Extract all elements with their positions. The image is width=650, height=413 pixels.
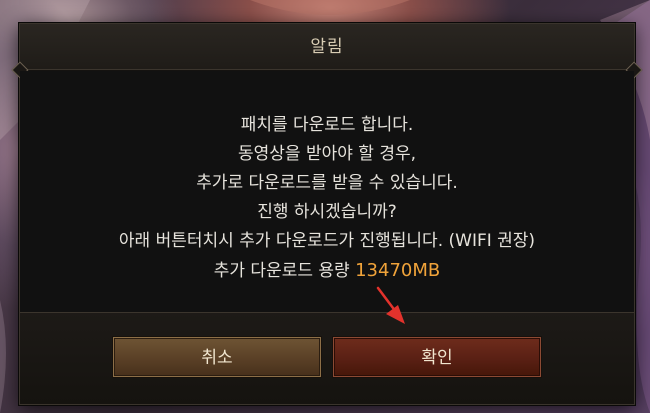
message-line: 진행 하시겠습니까? (257, 202, 397, 222)
notice-dialog: 알림 패치를 다운로드 합니다. 동영상을 받아야 할 경우, 추가로 다운로드… (11, 23, 643, 405)
game-screen: 알림 패치를 다운로드 합니다. 동영상을 받아야 할 경우, 추가로 다운로드… (0, 0, 650, 413)
dialog-footer: 취소 확인 (20, 312, 634, 404)
message-line: 아래 버튼터치시 추가 다운로드가 진행됩니다. (WIFI 권장) (118, 231, 536, 251)
confirm-button[interactable]: 확인 (333, 337, 541, 377)
download-size-value: 13470MB (355, 260, 441, 281)
dialog-header: 알림 (20, 24, 634, 70)
download-size-label: 추가 다운로드 용량 (213, 261, 350, 281)
message-line: 패치를 다운로드 합니다. (240, 115, 414, 135)
cancel-button[interactable]: 취소 (113, 337, 321, 377)
dialog-body: 패치를 다운로드 합니다. 동영상을 받아야 할 경우, 추가로 다운로드를 받… (20, 71, 634, 335)
message-line: 추가로 다운로드를 받을 수 있습니다. (196, 173, 458, 193)
download-size-line: 추가 다운로드 용량 13470MB (20, 256, 634, 285)
dialog-title: 알림 (310, 37, 344, 57)
message-line: 동영상을 받아야 할 경우, (237, 144, 416, 164)
message-text: 패치를 다운로드 합니다. 동영상을 받아야 할 경우, 추가로 다운로드를 받… (20, 111, 634, 285)
